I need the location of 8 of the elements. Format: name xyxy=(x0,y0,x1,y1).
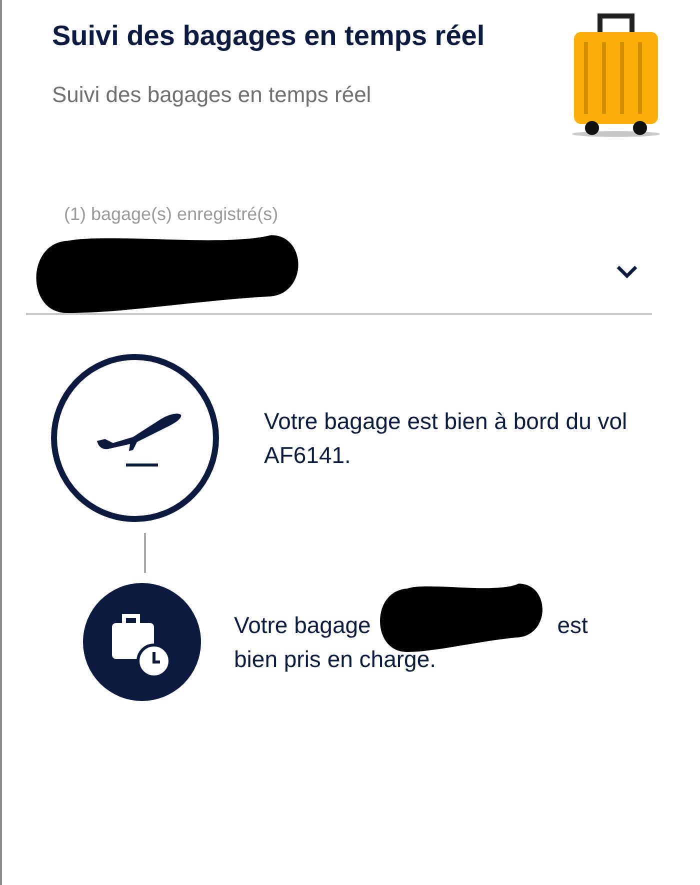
chevron-down-icon xyxy=(616,265,638,279)
page-subtitle: Suivi des bagages en temps réel xyxy=(52,82,372,108)
suitcase-clock-icon xyxy=(83,583,201,701)
bag-select-label: (1) bagage(s) enregistré(s) xyxy=(64,204,278,225)
airplane-takeoff-icon xyxy=(50,353,220,523)
status-message: Votre bagage est bien à bord du vol AF6141. xyxy=(264,407,628,470)
page-title: Suivi des bagages en temps réel xyxy=(52,19,486,53)
status-message: Votre bagage est bien pris en charge. xyxy=(234,608,619,676)
